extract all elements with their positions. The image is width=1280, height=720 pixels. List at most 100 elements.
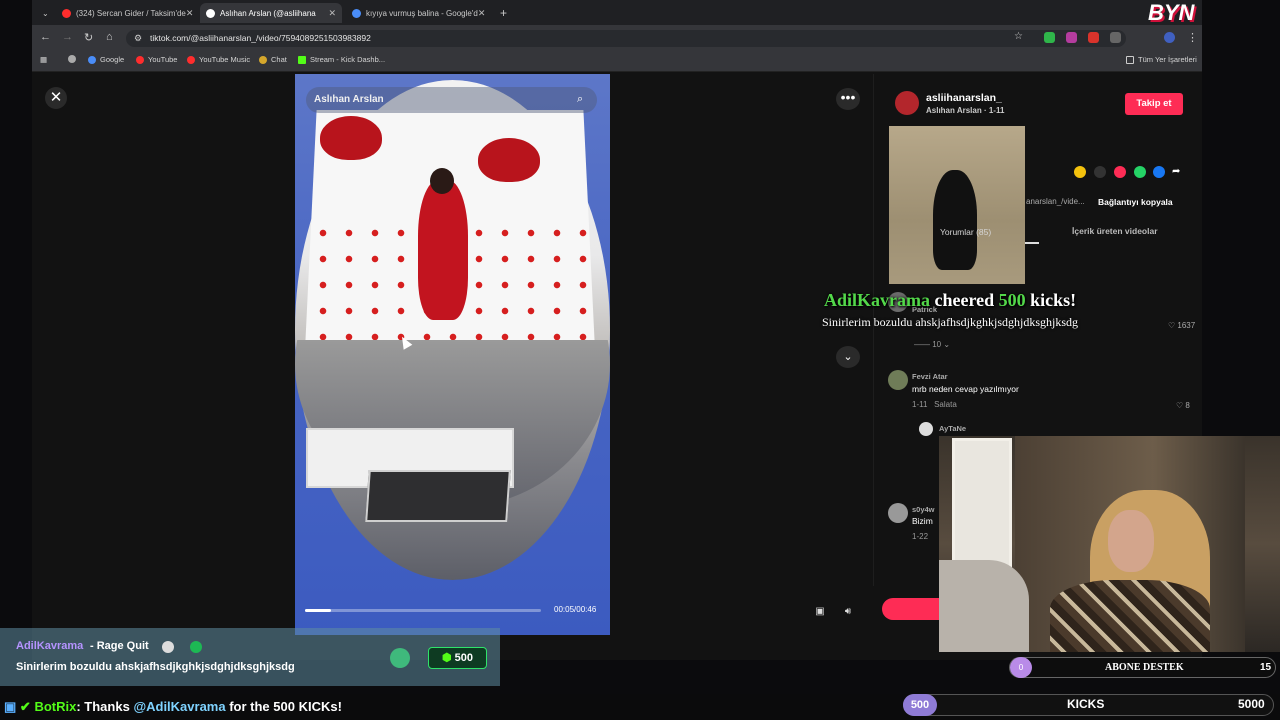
bookmark-google[interactable]: Google	[88, 55, 124, 64]
close-icon[interactable]: ✕	[186, 8, 194, 19]
search-input[interactable]: Aslıhan Arslan	[306, 87, 597, 113]
video-tv	[365, 470, 511, 522]
chevron-down-icon: ⌄	[42, 8, 49, 18]
follow-button[interactable]: Takip et	[1125, 93, 1183, 115]
comment-author[interactable]: s0y4w	[912, 505, 935, 514]
video-person-head	[430, 168, 454, 194]
embed-icon[interactable]	[1094, 166, 1106, 178]
tab-comments[interactable]: Yorumlar (85)	[940, 227, 991, 237]
streamer-body	[1050, 580, 1210, 652]
tab-google[interactable]: kıyıya vurmuş balina - Google'd ✕	[346, 3, 488, 23]
home-icon[interactable]: ⌂	[106, 31, 113, 43]
chat-highlight	[0, 628, 500, 686]
share-icon[interactable]	[1074, 166, 1086, 178]
google-icon	[88, 55, 96, 64]
profile-handle[interactable]: asliihanarslan_	[926, 92, 1002, 104]
comment-text: mrb neden cevap yazılmıyor	[912, 384, 1019, 394]
comment-meta: 1-11 Salata	[912, 400, 957, 409]
extension-icon[interactable]	[1044, 32, 1055, 43]
youtube-icon	[136, 55, 144, 64]
close-icon: ✕	[49, 89, 63, 106]
chat-icon	[259, 55, 267, 64]
chevron-down-icon: ⌄	[843, 351, 853, 363]
post-comment-button[interactable]	[882, 598, 942, 620]
bookmark-chat[interactable]: Chat	[259, 55, 287, 64]
avatar[interactable]	[895, 91, 919, 115]
streamer-face	[1108, 510, 1154, 572]
kicks-goal-target: 5000	[1238, 697, 1265, 711]
extension-icon[interactable]	[1066, 32, 1077, 43]
forward-button[interactable]: →	[62, 31, 73, 43]
youtube-music-icon	[187, 55, 195, 64]
tab-youtube[interactable]: (324) Sercan Gider / Taksim'de ✕	[56, 3, 196, 23]
comment-likes[interactable]: ♡ 8	[1176, 401, 1190, 410]
youtube-icon	[62, 8, 71, 18]
comment-avatar[interactable]	[888, 370, 908, 390]
all-bookmarks[interactable]: Tüm Yer İşaretleri	[1126, 55, 1197, 64]
emote-icon	[390, 648, 410, 668]
bookmark-youtube[interactable]: YouTube	[136, 55, 177, 64]
heart-pillow	[320, 116, 382, 160]
reply-avatar[interactable]	[919, 422, 933, 436]
kick-icon: ⬢	[441, 652, 455, 664]
webcam-couch	[939, 560, 1029, 652]
whatsapp-icon[interactable]	[1134, 166, 1146, 178]
sub-goal-target: 15	[1260, 662, 1272, 673]
comment-avatar[interactable]	[888, 503, 908, 523]
search-icon[interactable]: ⌕	[577, 93, 583, 106]
chrome-icon	[162, 641, 174, 653]
forward-share-icon[interactable]: ➦	[1172, 166, 1184, 178]
comment-meta: 1-22	[912, 532, 929, 541]
bookmark-youtube-music[interactable]: YouTube Music	[187, 55, 250, 64]
apps-icon[interactable]: ▦	[40, 55, 47, 64]
tab-search-button[interactable]: ⌄	[36, 3, 50, 23]
chat-username: AdilKavrama	[16, 640, 84, 652]
sub-goal-label: ABONE DESTEK	[1105, 662, 1184, 673]
channel-logo: BYN	[1148, 0, 1195, 25]
kicks-alert-title: AdilKavrama cheered 500 kicks!	[824, 290, 1077, 310]
video-progress-bar[interactable]	[305, 609, 541, 612]
puzzle-icon[interactable]	[1110, 32, 1121, 43]
bookmark-item[interactable]	[68, 55, 80, 63]
dog	[933, 170, 977, 270]
more-options-button[interactable]: •••	[836, 88, 860, 110]
heart-icon: ♡	[1176, 401, 1186, 410]
close-video-button[interactable]: ✕	[45, 87, 67, 109]
bookmark-star-icon[interactable]: ☆	[1014, 31, 1023, 42]
video-person	[418, 180, 468, 320]
reload-button[interactable]: ↻	[84, 31, 93, 44]
site-info-icon[interactable]: ⚙	[134, 33, 142, 44]
tab-tiktok[interactable]: Aslıhan Arslan (@asliihana ✕	[200, 3, 342, 23]
comment-author[interactable]: Fevzi Atar	[912, 372, 948, 381]
profile-avatar[interactable]	[1164, 32, 1175, 43]
address-input[interactable]: tiktok.com/@asliihanarslan_/video/759408…	[126, 30, 1126, 47]
github-icon	[68, 55, 76, 63]
extension-icon[interactable]	[1088, 32, 1099, 43]
close-icon[interactable]: ✕	[328, 8, 336, 19]
heart-icon: ♡	[1168, 321, 1178, 330]
comment-likes[interactable]: ♡ 1637	[1168, 321, 1195, 330]
send-icon[interactable]	[1114, 166, 1126, 178]
new-tab-button[interactable]: +	[494, 3, 510, 23]
floating-player-icon[interactable]: ▣	[811, 603, 829, 621]
bot-message: ▣ ✔ BotRix: Thanks @AdilKavrama for the …	[4, 699, 342, 714]
view-replies[interactable]: —— 10 ⌄	[914, 340, 950, 349]
volume-icon[interactable]: 🔊︎	[839, 603, 857, 621]
kicks-goal-label: KICKS	[1067, 697, 1105, 711]
back-button[interactable]: ←	[40, 31, 51, 43]
webcam-shelf	[952, 438, 1012, 578]
kick-icon	[298, 55, 306, 64]
close-icon[interactable]: ✕	[478, 8, 486, 19]
tab-creator-videos[interactable]: İçerik üreten videolar	[1072, 226, 1158, 236]
video-progress-fill	[305, 609, 331, 612]
video-link: anarslan_/vide...	[1026, 197, 1085, 206]
plus-icon: +	[500, 6, 508, 20]
facebook-icon[interactable]	[1153, 166, 1165, 178]
next-video-button[interactable]: ⌄	[836, 346, 860, 368]
menu-icon[interactable]: ⋮	[1187, 31, 1198, 44]
reply-author[interactable]: AyTaNe	[939, 424, 966, 433]
bookmark-kick[interactable]: Stream - Kick Dashb...	[298, 55, 385, 64]
copy-link-button[interactable]: Bağlantıyı kopyala	[1098, 197, 1173, 207]
kicks-amount-badge: ⬢ 500	[428, 647, 487, 669]
google-icon	[352, 8, 361, 18]
